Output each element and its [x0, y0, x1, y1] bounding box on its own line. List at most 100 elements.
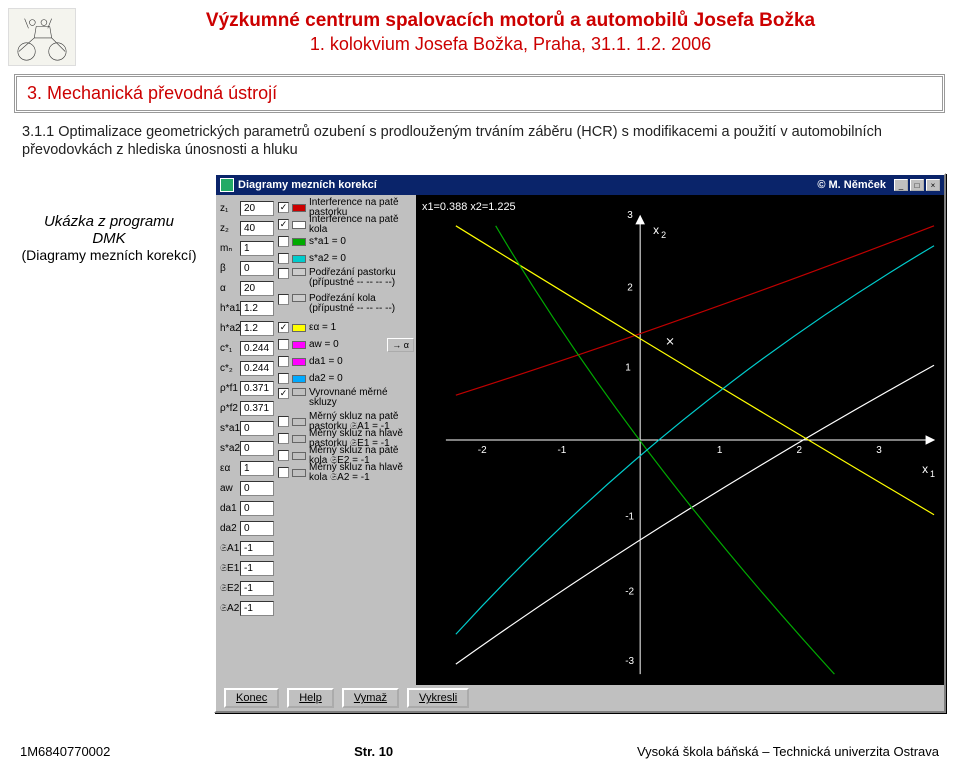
help-button[interactable]: Help — [287, 688, 334, 708]
checkbox[interactable] — [278, 356, 289, 367]
check-label: da1 = 0 — [309, 357, 414, 367]
param-input[interactable]: 20 — [240, 201, 274, 216]
checkbox[interactable] — [278, 253, 289, 264]
param-row: εα1 — [218, 459, 274, 478]
footer-right: Vysoká škola báňská – Technická univerzi… — [637, 744, 939, 759]
svg-text:-2: -2 — [478, 445, 487, 456]
check-label: s*a1 = 0 — [309, 237, 414, 247]
param-row: 𝔖A1-1 — [218, 539, 274, 558]
checkbox[interactable] — [278, 268, 289, 279]
color-swatch — [292, 358, 306, 366]
param-input[interactable]: 0 — [240, 441, 274, 456]
check-label: Měrný skluz na hlavě kola 𝔖A2 = -1 — [309, 463, 414, 483]
svg-text:1: 1 — [930, 469, 935, 479]
param-label: s*a1 — [218, 423, 240, 434]
param-input[interactable]: 0 — [240, 421, 274, 436]
param-input[interactable]: -1 — [240, 541, 274, 556]
page-footer: 1M6840770002 Str. 10 Vysoká škola báňská… — [0, 744, 959, 759]
window-title: Diagramy mezních korekcí — [238, 179, 817, 191]
section-title: 3. Mechanická převodná ústrojí — [27, 83, 932, 104]
param-label: 𝔖E1 — [218, 563, 240, 574]
plot-area: x1=0.388 x2=1.225 -2-1 123 23 1 - — [416, 195, 944, 685]
svg-text:2: 2 — [627, 283, 633, 294]
param-label: 𝔖E2 — [218, 583, 240, 594]
checkbox[interactable]: ✓ — [278, 219, 289, 230]
param-label: s*a2 — [218, 443, 240, 454]
color-swatch — [292, 452, 306, 460]
parameter-panel: z₁20z₂40mₙ1β0α20h*a11.2h*a21.2c*₁0.244c*… — [216, 195, 276, 685]
param-input[interactable]: 40 — [240, 221, 274, 236]
check-row: ✓ εα = 1 — [278, 319, 414, 336]
check-label: s*a2 = 0 — [309, 254, 414, 264]
param-row: ρ*f20.371 — [218, 399, 274, 418]
param-row: z₂40 — [218, 219, 274, 238]
check-label: Podřezání kola (přípustné -- -- -- --) — [309, 294, 414, 314]
check-row: da2 = 0 — [278, 370, 414, 387]
param-label: h*a1 — [218, 303, 240, 314]
konec-button[interactable]: Konec — [224, 688, 279, 708]
param-row: aw0 — [218, 479, 274, 498]
param-input[interactable]: -1 — [240, 561, 274, 576]
vymaz-button[interactable]: Vymaž — [342, 688, 399, 708]
checkbox[interactable]: ✓ — [278, 388, 289, 399]
checkbox[interactable]: ✓ — [278, 322, 289, 333]
vykresli-button[interactable]: Vykresli — [407, 688, 469, 708]
logo — [8, 8, 76, 66]
param-input[interactable]: 0.371 — [240, 381, 274, 396]
param-input[interactable]: 0 — [240, 521, 274, 536]
svg-text:-1: -1 — [557, 445, 566, 456]
param-row: α20 — [218, 279, 274, 298]
param-input[interactable]: 0 — [240, 261, 274, 276]
param-input[interactable]: 0 — [240, 481, 274, 496]
param-input[interactable]: -1 — [240, 601, 274, 616]
param-input[interactable]: 0.244 — [240, 341, 274, 356]
svg-text:x: x — [922, 462, 928, 476]
color-swatch — [292, 238, 306, 246]
svg-text:1: 1 — [625, 363, 631, 374]
author-label: © M. Němček — [817, 179, 886, 191]
check-row: Měrný skluz na hlavě kola 𝔖A2 = -1 — [278, 464, 414, 481]
svg-text:1: 1 — [717, 445, 723, 456]
color-swatch — [292, 469, 306, 477]
param-row: z₁20 — [218, 199, 274, 218]
param-input[interactable]: 1 — [240, 461, 274, 476]
checkbox[interactable] — [278, 450, 289, 461]
checkbox[interactable]: ✓ — [278, 202, 289, 213]
checkbox[interactable] — [278, 433, 289, 444]
check-label: εα = 1 — [309, 323, 414, 333]
titlebar[interactable]: Diagramy mezních korekcí © M. Němček _ □… — [216, 175, 944, 195]
minimize-button[interactable]: _ — [894, 179, 908, 191]
color-swatch — [292, 388, 306, 396]
svg-text:3: 3 — [627, 210, 633, 221]
alpha-button[interactable]: → α — [387, 338, 414, 352]
param-input[interactable]: 1.2 — [240, 301, 274, 316]
param-input[interactable]: 0.371 — [240, 401, 274, 416]
checkbox[interactable] — [278, 416, 289, 427]
param-input[interactable]: 1 — [240, 241, 274, 256]
param-input[interactable]: 0.244 — [240, 361, 274, 376]
param-input[interactable]: -1 — [240, 581, 274, 596]
param-input[interactable]: 0 — [240, 501, 274, 516]
checkbox[interactable] — [278, 236, 289, 247]
maximize-button[interactable]: □ — [910, 179, 924, 191]
param-label: mₙ — [218, 243, 240, 254]
footer-center: Str. 10 — [354, 744, 393, 759]
page-header: Výzkumné centrum spalovacích motorů a au… — [0, 0, 959, 68]
color-swatch — [292, 255, 306, 263]
checkbox[interactable] — [278, 373, 289, 384]
checkbox[interactable] — [278, 467, 289, 478]
check-label: Interference na patě kola — [309, 215, 414, 235]
param-label: β — [218, 263, 240, 274]
checkbox[interactable] — [278, 294, 289, 305]
checkbox[interactable] — [278, 339, 289, 350]
param-input[interactable]: 20 — [240, 281, 274, 296]
app-icon — [220, 178, 234, 192]
check-row: ✓Vyrovnané měrné skluzy — [278, 387, 414, 413]
param-input[interactable]: 1.2 — [240, 321, 274, 336]
close-button[interactable]: × — [926, 179, 940, 191]
color-swatch — [292, 375, 306, 383]
app-footer: Konec Help Vymaž Vykresli — [216, 685, 944, 711]
color-swatch — [292, 294, 306, 302]
color-swatch — [292, 418, 306, 426]
param-row: da20 — [218, 519, 274, 538]
